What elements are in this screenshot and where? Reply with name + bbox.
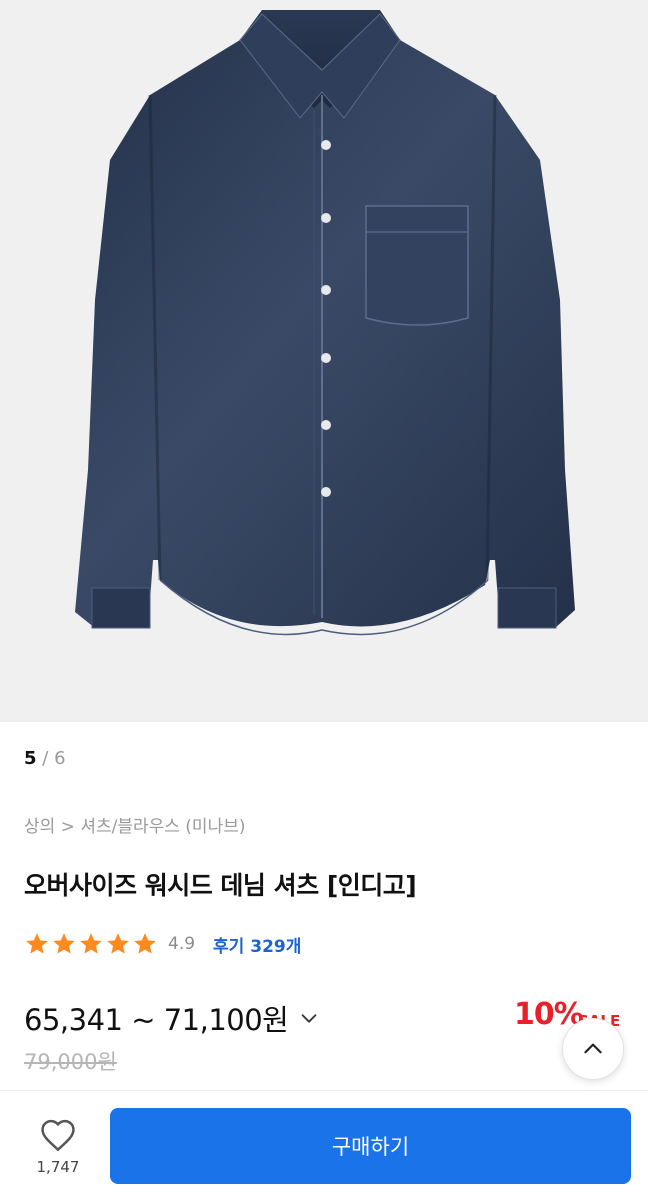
denim-shirt-photo	[75, 10, 575, 636]
star-icon	[107, 933, 129, 954]
price-range: 65,341 ~ 71,100원	[24, 1003, 289, 1037]
product-title: 오버사이즈 워시드 데님 셔츠 [인디고]	[24, 871, 417, 900]
star-icon	[26, 933, 48, 954]
review-count-link[interactable]: 후기 329개	[213, 932, 301, 957]
rating-score: 4.9	[168, 934, 196, 954]
star-icon	[134, 933, 156, 954]
product-image[interactable]	[0, 0, 648, 722]
image-pager: 5 / 6	[24, 748, 66, 769]
pager-current: 5	[24, 748, 37, 769]
buy-button[interactable]: 구매하기	[110, 1108, 631, 1184]
star-rating	[24, 931, 158, 957]
like-count: 1,747	[36, 1158, 80, 1176]
scroll-top-button[interactable]	[562, 1018, 624, 1080]
pager-separator: /	[42, 748, 49, 769]
rating-row: 4.9 후기 329개	[24, 930, 301, 958]
star-icon	[53, 933, 75, 954]
original-price: 79,000원	[24, 1050, 117, 1074]
price-row[interactable]: 65,341 ~ 71,100원	[24, 997, 320, 1039]
pager-total: 6	[54, 748, 66, 769]
chevron-down-icon[interactable]	[298, 1007, 320, 1029]
breadcrumb[interactable]: 상의 > 셔츠/블라우스 (미나브)	[24, 812, 246, 837]
heart-icon	[41, 1119, 75, 1152]
star-icon	[80, 933, 102, 954]
chevron-up-icon	[584, 1043, 602, 1054]
like-button[interactable]: 1,747	[22, 1118, 94, 1176]
